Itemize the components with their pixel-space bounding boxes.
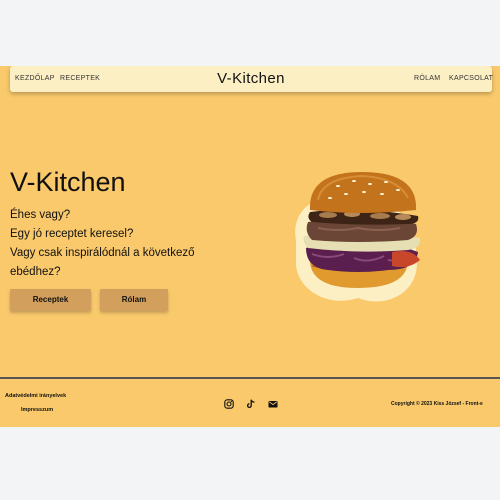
imprint-link[interactable]: Impresszum [21, 407, 53, 413]
nav-link-about[interactable]: RÓLAM [414, 75, 440, 82]
footer-divider [0, 377, 500, 379]
navbar: KEZDŐLAP RECEPTEK V-Kitchen RÓLAM KAPCSO… [10, 66, 493, 92]
hero-text-line: Egy jó receptet keresel? [10, 228, 134, 240]
mail-icon[interactable] [268, 399, 278, 409]
tiktok-icon[interactable] [246, 399, 256, 409]
recipes-button[interactable]: Receptek [10, 289, 91, 311]
instagram-icon[interactable] [224, 399, 234, 409]
nav-link-contact[interactable]: KAPCSOLAT [449, 75, 493, 82]
hero-text-line: Vagy csak inspirálódnál a következő [10, 247, 195, 259]
hero-text-line: ebédhez? [10, 266, 61, 278]
copyright-text: Copyright © 2023 Kiss József - Front-e [391, 401, 483, 407]
hero-text-line: Éhes vagy? [10, 209, 71, 221]
page: KEZDŐLAP RECEPTEK V-Kitchen RÓLAM KAPCSO… [0, 66, 500, 427]
privacy-link[interactable]: Adatvédelmi irányelvek [5, 393, 66, 399]
about-button[interactable]: Rólam [100, 289, 168, 311]
hero-title: V-Kitchen [10, 167, 126, 197]
burger-image [295, 172, 421, 302]
